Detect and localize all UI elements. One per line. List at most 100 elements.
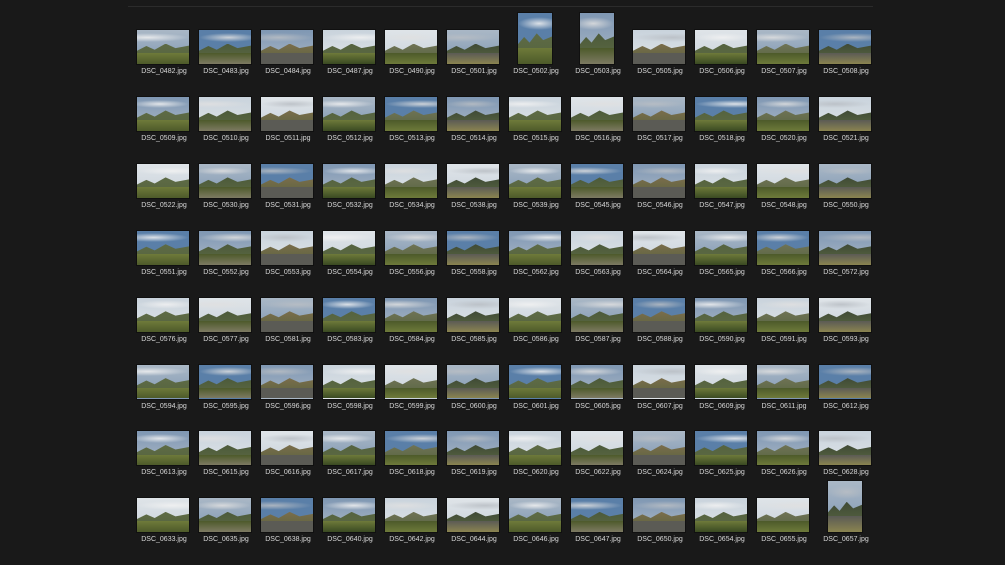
- thumbnail-item[interactable]: DSC_0516.jpg: [567, 80, 629, 146]
- thumbnail-item[interactable]: DSC_0517.jpg: [629, 80, 691, 146]
- thumbnail-item[interactable]: DSC_0556.jpg: [381, 214, 443, 280]
- thumbnail-item[interactable]: DSC_0572.jpg: [815, 214, 877, 280]
- thumbnail-item[interactable]: DSC_0546.jpg: [629, 147, 691, 213]
- thumbnail-item[interactable]: DSC_0566.jpg: [753, 214, 815, 280]
- thumbnail-item[interactable]: DSC_0598.jpg: [319, 348, 381, 414]
- thumbnail-item[interactable]: DSC_0628.jpg: [815, 414, 877, 480]
- thumbnail-item[interactable]: DSC_0501.jpg: [443, 13, 505, 79]
- thumbnail-item[interactable]: DSC_0622.jpg: [567, 414, 629, 480]
- thumbnail-item[interactable]: DSC_0587.jpg: [567, 281, 629, 347]
- thumbnail-item[interactable]: DSC_0585.jpg: [443, 281, 505, 347]
- thumbnail-item[interactable]: DSC_0547.jpg: [691, 147, 753, 213]
- thumbnail-item[interactable]: DSC_0650.jpg: [629, 481, 691, 547]
- thumbnail-item[interactable]: DSC_0620.jpg: [505, 414, 567, 480]
- thumbnail-item[interactable]: DSC_0638.jpg: [257, 481, 319, 547]
- thumbnail-item[interactable]: DSC_0593.jpg: [815, 281, 877, 347]
- thumbnail-item[interactable]: DSC_0617.jpg: [319, 414, 381, 480]
- thumbnail-item[interactable]: DSC_0503.jpg: [567, 13, 629, 79]
- thumbnail-item[interactable]: DSC_0550.jpg: [815, 147, 877, 213]
- thumbnail-item[interactable]: DSC_0515.jpg: [505, 80, 567, 146]
- thumbnail-item[interactable]: DSC_0513.jpg: [381, 80, 443, 146]
- thumbnail-image: [580, 13, 614, 64]
- thumbnail-item[interactable]: DSC_0576.jpg: [133, 281, 195, 347]
- thumbnail-item[interactable]: DSC_0518.jpg: [691, 80, 753, 146]
- thumbnail-item[interactable]: DSC_0483.jpg: [195, 13, 257, 79]
- thumbnail-item[interactable]: DSC_0482.jpg: [133, 13, 195, 79]
- thumbnail-item[interactable]: DSC_0484.jpg: [257, 13, 319, 79]
- thumbnail-item[interactable]: DSC_0613.jpg: [133, 414, 195, 480]
- thumbnail-item[interactable]: DSC_0563.jpg: [567, 214, 629, 280]
- thumbnail-item[interactable]: DSC_0612.jpg: [815, 348, 877, 414]
- thumbnail-image: [385, 364, 437, 399]
- thumbnail-item[interactable]: DSC_0605.jpg: [567, 348, 629, 414]
- thumbnail-item[interactable]: DSC_0607.jpg: [629, 348, 691, 414]
- thumbnail-item[interactable]: DSC_0619.jpg: [443, 414, 505, 480]
- thumbnail-item[interactable]: DSC_0625.jpg: [691, 414, 753, 480]
- thumbnail-item[interactable]: DSC_0539.jpg: [505, 147, 567, 213]
- thumbnail-item[interactable]: DSC_0522.jpg: [133, 147, 195, 213]
- thumbnail-item[interactable]: DSC_0553.jpg: [257, 214, 319, 280]
- thumbnail-item[interactable]: DSC_0581.jpg: [257, 281, 319, 347]
- thumbnail-item[interactable]: DSC_0538.jpg: [443, 147, 505, 213]
- thumbnail-item[interactable]: DSC_0644.jpg: [443, 481, 505, 547]
- thumbnail-filename: DSC_0638.jpg: [265, 536, 311, 544]
- thumbnail-item[interactable]: DSC_0548.jpg: [753, 147, 815, 213]
- thumbnail-item[interactable]: DSC_0562.jpg: [505, 214, 567, 280]
- thumbnail-item[interactable]: DSC_0655.jpg: [753, 481, 815, 547]
- thumbnail-item[interactable]: DSC_0507.jpg: [753, 13, 815, 79]
- thumbnail-item[interactable]: DSC_0590.jpg: [691, 281, 753, 347]
- thumbnail-item[interactable]: DSC_0633.jpg: [133, 481, 195, 547]
- thumbnail-item[interactable]: DSC_0594.jpg: [133, 348, 195, 414]
- thumbnail-item[interactable]: DSC_0506.jpg: [691, 13, 753, 79]
- thumbnail-item[interactable]: DSC_0514.jpg: [443, 80, 505, 146]
- thumbnail-item[interactable]: DSC_0647.jpg: [567, 481, 629, 547]
- thumbnail-item[interactable]: DSC_0577.jpg: [195, 281, 257, 347]
- thumbnail-item[interactable]: DSC_0596.jpg: [257, 348, 319, 414]
- thumbnail-item[interactable]: DSC_0545.jpg: [567, 147, 629, 213]
- thumbnail-item[interactable]: DSC_0642.jpg: [381, 481, 443, 547]
- thumbnail-item[interactable]: DSC_0591.jpg: [753, 281, 815, 347]
- thumbnail-item[interactable]: DSC_0564.jpg: [629, 214, 691, 280]
- thumbnail-item[interactable]: DSC_0534.jpg: [381, 147, 443, 213]
- thumbnail-item[interactable]: DSC_0565.jpg: [691, 214, 753, 280]
- thumbnail-item[interactable]: DSC_0586.jpg: [505, 281, 567, 347]
- thumbnail-item[interactable]: DSC_0646.jpg: [505, 481, 567, 547]
- thumbnail-item[interactable]: DSC_0599.jpg: [381, 348, 443, 414]
- thumbnail-item[interactable]: DSC_0512.jpg: [319, 80, 381, 146]
- thumbnail-item[interactable]: DSC_0588.jpg: [629, 281, 691, 347]
- thumbnail-item[interactable]: DSC_0583.jpg: [319, 281, 381, 347]
- thumbnail-item[interactable]: DSC_0611.jpg: [753, 348, 815, 414]
- thumbnail-item[interactable]: DSC_0521.jpg: [815, 80, 877, 146]
- thumbnail-item[interactable]: DSC_0654.jpg: [691, 481, 753, 547]
- thumbnail-item[interactable]: DSC_0618.jpg: [381, 414, 443, 480]
- thumbnail-item[interactable]: DSC_0551.jpg: [133, 214, 195, 280]
- thumbnail-item[interactable]: DSC_0552.jpg: [195, 214, 257, 280]
- thumbnail-item[interactable]: DSC_0508.jpg: [815, 13, 877, 79]
- thumbnail-item[interactable]: DSC_0601.jpg: [505, 348, 567, 414]
- thumbnail-item[interactable]: DSC_0509.jpg: [133, 80, 195, 146]
- thumbnail-item[interactable]: DSC_0624.jpg: [629, 414, 691, 480]
- thumbnail-item[interactable]: DSC_0558.jpg: [443, 214, 505, 280]
- thumbnail-item[interactable]: DSC_0616.jpg: [257, 414, 319, 480]
- thumbnail-item[interactable]: DSC_0554.jpg: [319, 214, 381, 280]
- thumbnail-item[interactable]: DSC_0532.jpg: [319, 147, 381, 213]
- thumbnail-item[interactable]: DSC_0595.jpg: [195, 348, 257, 414]
- thumbnail-item[interactable]: DSC_0626.jpg: [753, 414, 815, 480]
- thumbnail-item[interactable]: DSC_0530.jpg: [195, 147, 257, 213]
- thumbnail-item[interactable]: DSC_0510.jpg: [195, 80, 257, 146]
- thumbnail-item[interactable]: DSC_0502.jpg: [505, 13, 567, 79]
- thumbnail-item[interactable]: DSC_0505.jpg: [629, 13, 691, 79]
- thumbnail-item[interactable]: DSC_0657.jpg: [815, 481, 877, 547]
- thumbnail-item[interactable]: DSC_0640.jpg: [319, 481, 381, 547]
- thumbnail-item[interactable]: DSC_0600.jpg: [443, 348, 505, 414]
- thumbnail-item[interactable]: DSC_0584.jpg: [381, 281, 443, 347]
- thumbnail-item[interactable]: DSC_0490.jpg: [381, 13, 443, 79]
- thumbnail-item[interactable]: DSC_0531.jpg: [257, 147, 319, 213]
- cloud-layer: [199, 367, 251, 377]
- thumbnail-item[interactable]: DSC_0609.jpg: [691, 348, 753, 414]
- thumbnail-item[interactable]: DSC_0511.jpg: [257, 80, 319, 146]
- thumbnail-item[interactable]: DSC_0635.jpg: [195, 481, 257, 547]
- thumbnail-item[interactable]: DSC_0520.jpg: [753, 80, 815, 146]
- thumbnail-item[interactable]: DSC_0615.jpg: [195, 414, 257, 480]
- thumbnail-item[interactable]: DSC_0487.jpg: [319, 13, 381, 79]
